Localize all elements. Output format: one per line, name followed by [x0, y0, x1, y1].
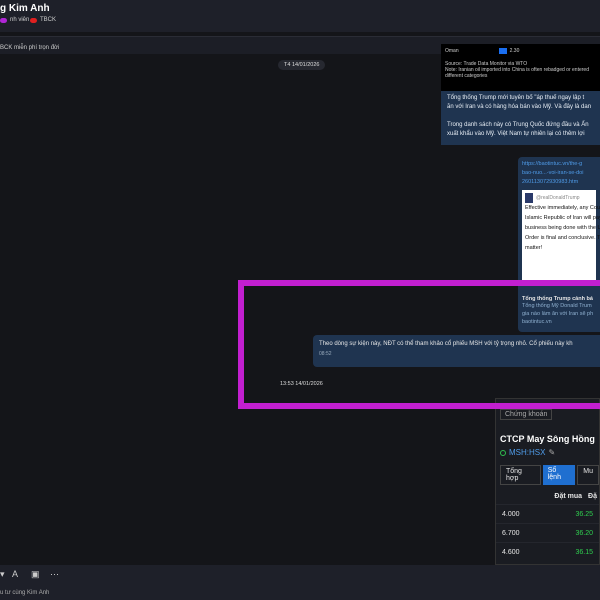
ticker[interactable]: MSH:HSX — [509, 448, 545, 457]
tag-label: nh viên — [10, 17, 30, 23]
tab-more[interactable]: Mu — [577, 465, 599, 485]
highlight-frame — [238, 280, 600, 409]
col-header: Đặt mua — [554, 493, 583, 500]
message-line: Tổng thống Trump mới tuyên bố "áp thuế n… — [447, 95, 585, 101]
tag-dot — [0, 17, 7, 23]
quote-icon[interactable]: ▣ — [31, 569, 40, 580]
stock-widget: Chứng khoán CTCP May Sông Hồng MSH:HSX ✎ … — [495, 398, 600, 565]
url-line[interactable]: https://baotintuc.vn/the-g — [522, 160, 596, 169]
chat-header — [0, 0, 600, 32]
company-name: CTCP May Sông Hồng — [500, 434, 595, 444]
message-bubble: Tổng thống Trump mới tuyên bố "áp thuế n… — [441, 91, 600, 145]
vol: 4.600 — [502, 548, 520, 556]
chart-image[interactable]: Oman 2.30 Source: Trade Data Monitor via … — [441, 44, 600, 91]
tweet-preview[interactable]: @realDonaldTrump Effective immediately, … — [522, 190, 600, 286]
tag-tbck: TBCK — [30, 17, 56, 23]
tweet-handle: @realDonaldTrump — [536, 195, 580, 201]
vol: 4.000 — [502, 510, 520, 518]
image-label: Oman — [445, 48, 459, 54]
image-note2: different categories — [445, 73, 488, 79]
url-line[interactable]: 260113072930983.htm — [522, 178, 596, 187]
vol: 6.700 — [502, 529, 520, 537]
edit-icon[interactable]: ✎ — [548, 448, 555, 457]
price: 36.20 — [575, 529, 593, 537]
table-row: 4.600 36.15 — [496, 542, 599, 561]
image-value: 2.30 — [509, 48, 520, 54]
table-row: 6.700 36.20 — [496, 523, 599, 542]
composer-toolbar — [0, 565, 600, 600]
table-row: 4.000 36.25 — [496, 504, 599, 523]
tab-orderbook[interactable]: Sổ lệnh — [542, 465, 576, 485]
tweet-line: business being done with the U — [525, 225, 600, 231]
url-line[interactable]: bao-nuo...-voi-iran-se-doi — [522, 169, 596, 178]
chat-title: g Kim Anh — [0, 3, 50, 14]
price: 36.15 — [575, 548, 593, 556]
tweet-line: matter! — [525, 245, 543, 251]
message-input[interactable]: u tư cùng Kim Anh — [0, 590, 49, 596]
price: 36.25 — [575, 510, 593, 518]
tag-member: nh viên — [0, 17, 29, 23]
message-line: ăn với Iran và có hàng hóa bán vào Mỹ. V… — [447, 104, 592, 110]
date-chip: T4 14/01/2026 — [278, 60, 326, 70]
tag-label: TBCK — [40, 17, 57, 23]
link-url[interactable]: https://baotintuc.vn/the-g bao-nuo...-voi… — [522, 160, 596, 187]
tweet-line: Effective immediately, any Cou — [525, 205, 600, 211]
format-icon[interactable]: A — [12, 569, 18, 579]
message-line: xuất khẩu vào Mỹ. Việt Nam tự nhiên lại … — [447, 131, 585, 137]
tab-summary[interactable]: Tổng hợp — [500, 465, 541, 485]
status-icon — [500, 449, 506, 456]
bar-mark — [498, 48, 507, 54]
col-header: Đặ — [588, 493, 597, 500]
message-line: Trong danh sách này có Trung Quốc đứng đ… — [447, 122, 589, 128]
pinned-text[interactable]: BCK miễn phí trọn đời — [0, 45, 59, 51]
more-icon[interactable]: ⋯ — [50, 569, 59, 580]
tweet-line: Islamic Republic of Iran will pay — [525, 215, 600, 221]
sticker-icon[interactable]: ▾ — [0, 569, 5, 580]
tag-dot — [30, 17, 37, 23]
market-dropdown[interactable]: Chứng khoán — [500, 409, 553, 420]
tweet-line: Order is final and conclusive. T — [525, 235, 600, 241]
avatar — [525, 193, 533, 203]
